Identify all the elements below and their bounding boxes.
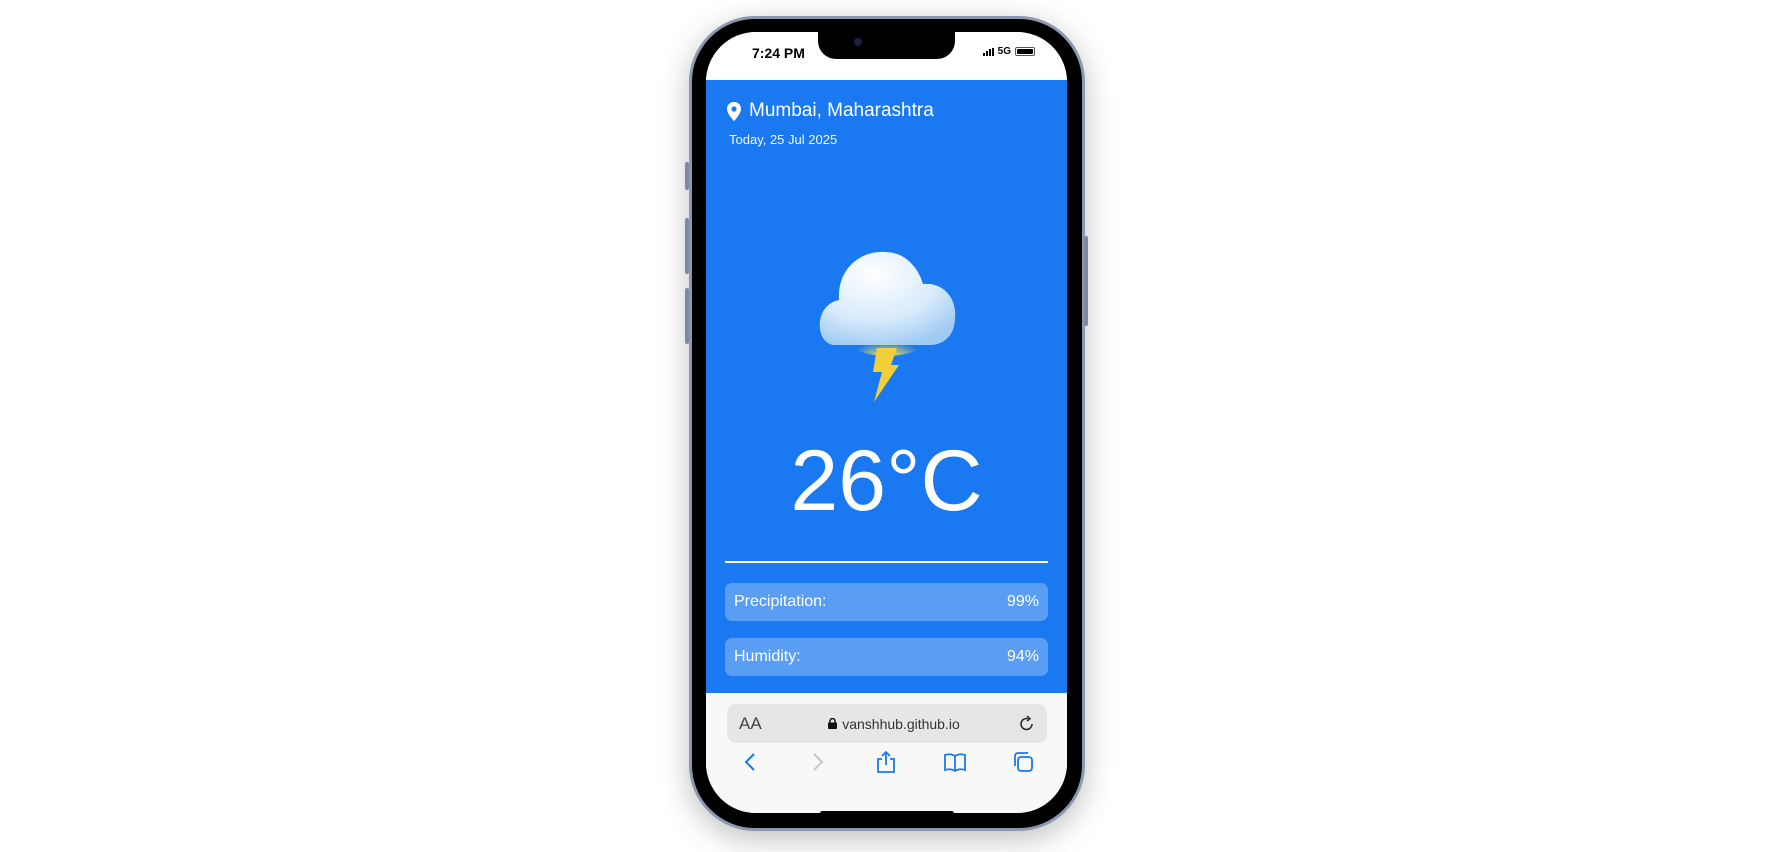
- precipitation-value: 99%: [1006, 593, 1039, 610]
- url-text[interactable]: vanshhub.github.io: [842, 716, 960, 732]
- status-icons: 5G: [982, 46, 1035, 57]
- text-size-button[interactable]: AA: [739, 714, 769, 734]
- battery-icon: [1015, 47, 1035, 56]
- precipitation-label: Precipitation:: [734, 593, 827, 610]
- bookmarks-button[interactable]: [941, 748, 969, 776]
- date-label: Today, 25 Jul 2025: [729, 132, 838, 147]
- volume-up-button: [685, 218, 689, 274]
- camera-icon: [854, 38, 862, 46]
- location-name: Mumbai, Maharashtra: [749, 100, 934, 121]
- location-pin-icon: [727, 101, 741, 121]
- humidity-row: Humidity: 94%: [725, 638, 1048, 676]
- chevron-right-icon: [813, 753, 824, 771]
- lock-icon: [828, 718, 838, 729]
- location: Mumbai, Maharashtra: [727, 100, 934, 122]
- humidity-value: 94%: [1006, 648, 1039, 665]
- signal-icon: [982, 47, 994, 56]
- book-icon: [943, 753, 966, 772]
- home-indicator[interactable]: [820, 811, 954, 813]
- address-bar[interactable]: AA vanshhub.github.io: [727, 704, 1047, 743]
- share-button[interactable]: [872, 748, 900, 776]
- share-icon: [877, 750, 896, 773]
- volume-down-button: [685, 288, 689, 344]
- phone-screen: 7:24 PM 5G Mumbai, Maharashtra Today, 25…: [706, 32, 1067, 813]
- tabs-button[interactable]: [1009, 748, 1037, 776]
- forward-button[interactable]: [804, 748, 832, 776]
- reload-icon[interactable]: [1019, 715, 1035, 732]
- chevron-left-icon: [744, 753, 755, 771]
- network-label: 5G: [997, 46, 1011, 57]
- temperature: 26°C: [790, 433, 983, 529]
- weather-app: Mumbai, Maharashtra Today, 25 Jul 2025 2…: [706, 80, 1067, 693]
- back-button[interactable]: [736, 748, 764, 776]
- safari-toolbar: AA vanshhub.github.io: [706, 693, 1067, 813]
- divider: [725, 561, 1048, 563]
- power-button: [1084, 236, 1088, 326]
- thunderstorm-icon: [815, 230, 957, 405]
- status-bar: 7:24 PM 5G: [706, 32, 1067, 80]
- notch: [818, 32, 955, 59]
- mute-switch: [685, 162, 689, 190]
- tabs-icon: [1013, 752, 1033, 772]
- status-time: 7:24 PM: [752, 45, 805, 61]
- humidity-label: Humidity:: [734, 648, 801, 665]
- precipitation-row: Precipitation: 99%: [725, 583, 1048, 621]
- browser-nav: [706, 748, 1067, 776]
